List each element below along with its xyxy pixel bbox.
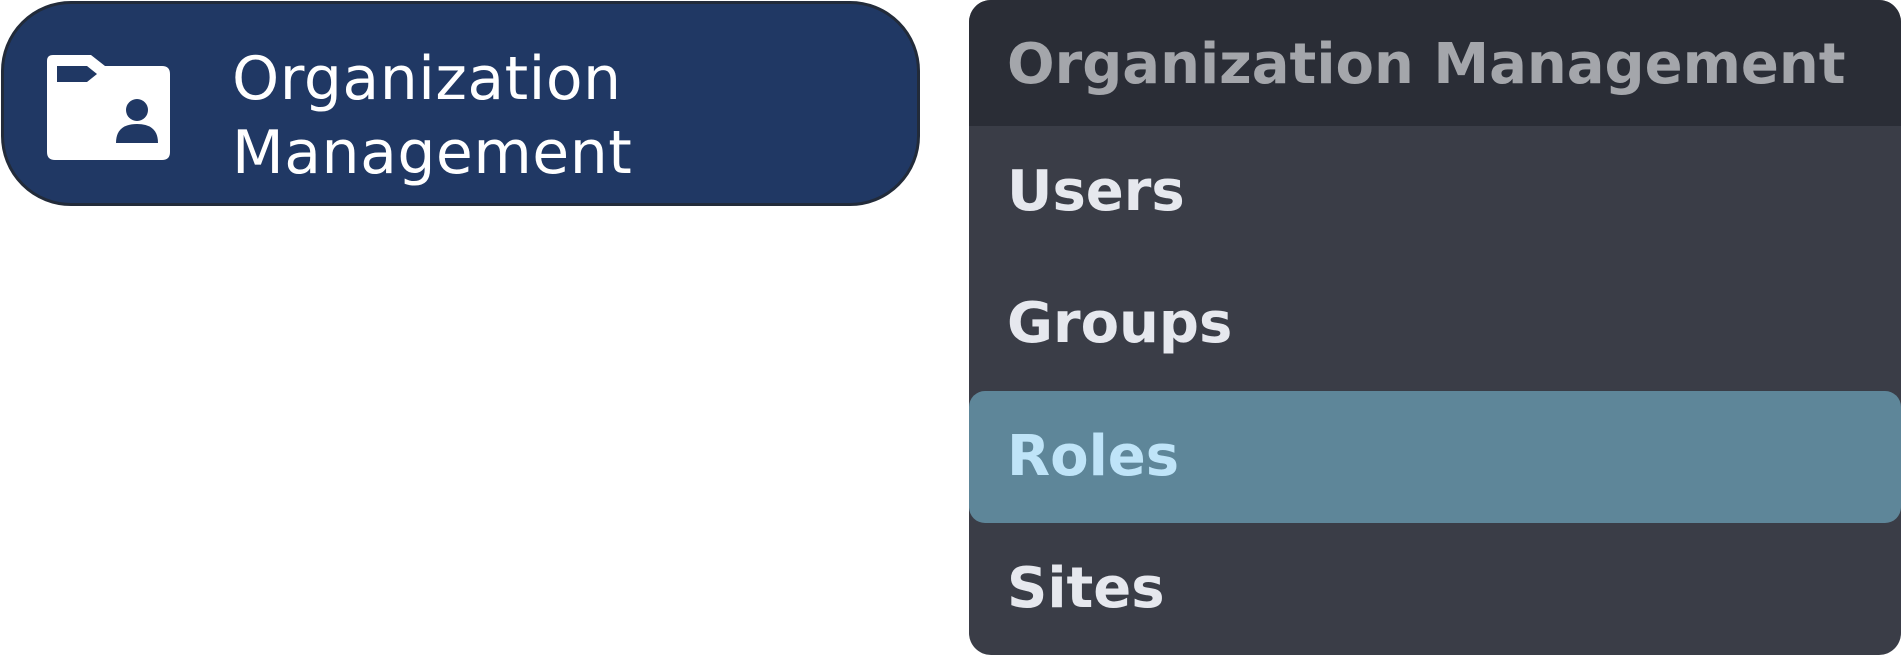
- menu-item-label: Sites: [1007, 556, 1165, 621]
- menu-item-label: Users: [1007, 159, 1185, 224]
- organization-management-nav-button[interactable]: Organization Management: [1, 1, 920, 206]
- nav-button-label-line-1: Organization: [232, 44, 622, 114]
- menu-item-label: Roles: [1007, 424, 1180, 489]
- menu-item-users[interactable]: Users: [969, 126, 1901, 258]
- organization-management-flyout-menu: Organization Management Users Groups Rol…: [969, 0, 1901, 655]
- menu-item-roles[interactable]: Roles: [969, 391, 1901, 523]
- flyout-title: Organization Management: [1007, 32, 1846, 97]
- menu-item-groups[interactable]: Groups: [969, 258, 1901, 390]
- nav-button-label-line-2: Management: [232, 118, 633, 188]
- folder-user-icon: [47, 55, 170, 160]
- nav-button-label: Organization Management: [232, 42, 872, 190]
- menu-item-sites[interactable]: Sites: [969, 523, 1901, 655]
- flyout-header: Organization Management: [969, 0, 1901, 126]
- menu-item-label: Groups: [1007, 291, 1233, 356]
